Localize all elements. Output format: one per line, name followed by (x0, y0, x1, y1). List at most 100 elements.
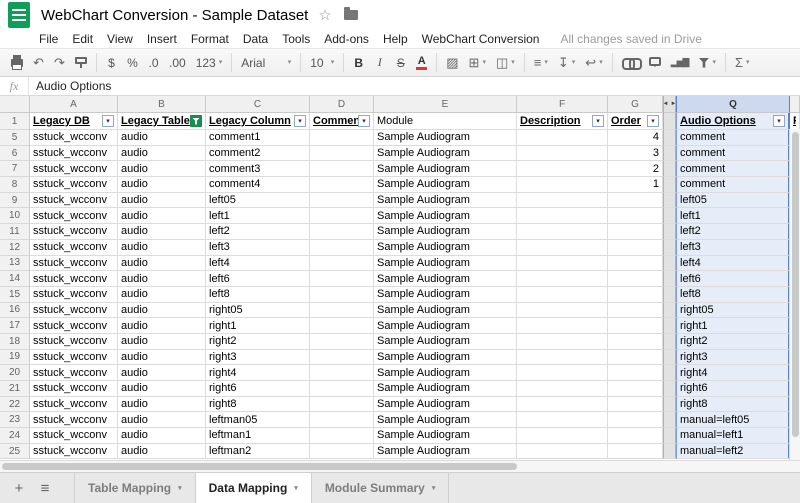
select-all-corner[interactable] (0, 96, 30, 113)
cell[interactable] (517, 193, 608, 209)
cell[interactable]: Sample Audiogram (374, 240, 517, 256)
cell[interactable] (663, 146, 676, 162)
cell[interactable]: Sample Audiogram (374, 303, 517, 319)
cell[interactable]: Sample Audiogram (374, 428, 517, 444)
cell[interactable] (310, 256, 374, 272)
cell[interactable] (517, 428, 608, 444)
cell[interactable]: sstuck_wcconv (30, 271, 118, 287)
cell[interactable]: Module (374, 113, 517, 130)
cell[interactable]: manual=left2 (676, 444, 790, 460)
decrease-decimal-button[interactable]: .0 (144, 52, 163, 74)
sheets-logo-icon[interactable] (8, 2, 30, 28)
cell[interactable]: manual=left1 (676, 428, 790, 444)
more-formats-button[interactable]: 123▾ (192, 52, 227, 74)
cell[interactable]: Sample Audiogram (374, 208, 517, 224)
cell[interactable] (663, 303, 676, 319)
cell[interactable] (517, 350, 608, 366)
cell[interactable]: sstuck_wcconv (30, 318, 118, 334)
percent-format-button[interactable]: % (123, 52, 142, 74)
cell[interactable] (608, 256, 663, 272)
cell[interactable]: right4 (206, 365, 310, 381)
cell[interactable]: sstuck_wcconv (30, 397, 118, 413)
document-title[interactable]: WebChart Conversion - Sample Dataset (41, 7, 308, 24)
cell[interactable]: comment (676, 146, 790, 162)
horizontal-scrollbar[interactable] (0, 460, 800, 472)
cell[interactable]: comment4 (206, 177, 310, 193)
filter-dropdown-button[interactable]: ▾ (592, 115, 604, 127)
cell[interactable] (608, 303, 663, 319)
cell[interactable] (663, 350, 676, 366)
cell[interactable]: audio (118, 146, 206, 162)
cell[interactable]: Fi (790, 113, 800, 130)
cell[interactable] (663, 208, 676, 224)
cell[interactable]: audio (118, 428, 206, 444)
column-header-Q[interactable]: Q (676, 96, 790, 113)
cell[interactable]: Sample Audiogram (374, 146, 517, 162)
cell[interactable]: sstuck_wcconv (30, 208, 118, 224)
cell[interactable]: left3 (206, 240, 310, 256)
cell[interactable] (608, 287, 663, 303)
row-header[interactable]: 12 (0, 240, 30, 256)
filter-button[interactable]: ▾ (694, 52, 720, 74)
row-header[interactable]: 1 (0, 113, 30, 130)
menu-insert[interactable]: Insert (140, 32, 184, 46)
cell[interactable]: right1 (206, 318, 310, 334)
cell[interactable]: sstuck_wcconv (30, 412, 118, 428)
tab-table-mapping[interactable]: Table Mapping▾ (74, 473, 196, 503)
cell[interactable]: right1 (676, 318, 790, 334)
cell[interactable] (517, 444, 608, 460)
cell[interactable] (310, 271, 374, 287)
bold-button[interactable]: B (349, 52, 368, 74)
cell[interactable]: left8 (676, 287, 790, 303)
cell[interactable]: audio (118, 397, 206, 413)
cell[interactable]: audio (118, 412, 206, 428)
vertical-align-button[interactable]: ↧▾ (554, 52, 579, 74)
cell[interactable] (663, 224, 676, 240)
menu-file[interactable]: File (32, 32, 65, 46)
cell[interactable]: audio (118, 444, 206, 460)
cell[interactable]: comment2 (206, 146, 310, 162)
cell[interactable]: sstuck_wcconv (30, 381, 118, 397)
cell[interactable]: left05 (206, 193, 310, 209)
cell[interactable]: Sample Audiogram (374, 224, 517, 240)
cell[interactable]: left8 (206, 287, 310, 303)
cell[interactable] (517, 318, 608, 334)
cell[interactable]: left4 (676, 256, 790, 272)
cell[interactable]: Legacy DB▾ (30, 113, 118, 130)
cell[interactable] (517, 130, 608, 146)
row-header[interactable]: 22 (0, 397, 30, 413)
cell[interactable] (310, 240, 374, 256)
cell[interactable] (517, 381, 608, 397)
cell[interactable]: comment1 (206, 130, 310, 146)
font-size-select[interactable]: 10▾ (306, 52, 338, 74)
horizontal-scrollbar-thumb[interactable] (2, 463, 517, 470)
cell[interactable]: right6 (206, 381, 310, 397)
horizontal-align-button[interactable]: ≡▾ (530, 52, 552, 74)
cell[interactable] (310, 381, 374, 397)
hidden-columns-indicator[interactable]: ◄► (663, 96, 676, 113)
cell[interactable] (608, 350, 663, 366)
cell[interactable] (517, 271, 608, 287)
cell[interactable]: sstuck_wcconv (30, 177, 118, 193)
row-header[interactable]: 16 (0, 303, 30, 319)
cell[interactable]: Sample Audiogram (374, 365, 517, 381)
cell[interactable] (310, 224, 374, 240)
row-header[interactable]: 6 (0, 146, 30, 162)
cell[interactable]: Sample Audiogram (374, 444, 517, 460)
vertical-scrollbar[interactable] (789, 129, 800, 460)
cell[interactable]: leftman1 (206, 428, 310, 444)
cell[interactable] (608, 412, 663, 428)
row-header[interactable]: 24 (0, 428, 30, 444)
cell[interactable] (663, 113, 676, 130)
row-header[interactable]: 23 (0, 412, 30, 428)
cell[interactable] (517, 177, 608, 193)
cell[interactable]: Legacy Column▾ (206, 113, 310, 130)
cell[interactable]: Sample Audiogram (374, 381, 517, 397)
cell[interactable]: audio (118, 177, 206, 193)
cell[interactable] (663, 193, 676, 209)
cell[interactable] (517, 397, 608, 413)
cell[interactable]: sstuck_wcconv (30, 428, 118, 444)
cell[interactable] (663, 271, 676, 287)
cell[interactable] (663, 334, 676, 350)
cell[interactable] (517, 303, 608, 319)
